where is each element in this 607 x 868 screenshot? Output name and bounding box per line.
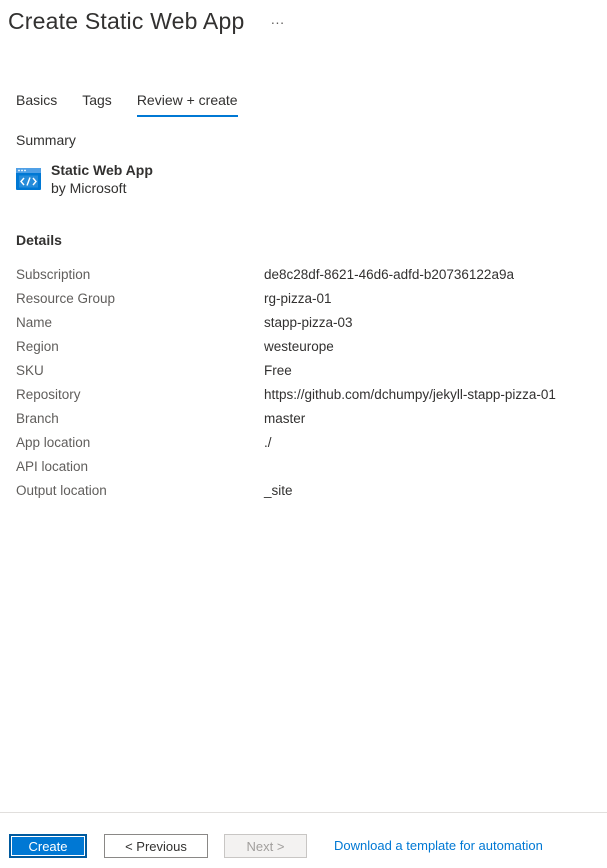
detail-row-resource-group: Resource Group rg-pizza-01: [16, 286, 596, 310]
tab-tags[interactable]: Tags: [82, 92, 112, 116]
details-table: Subscription de8c28df-8621-46d6-adfd-b20…: [16, 262, 596, 502]
next-button[interactable]: Next >: [224, 834, 307, 858]
detail-row-api-location: API location: [16, 454, 596, 478]
detail-label: Resource Group: [16, 290, 116, 306]
detail-value: ./: [264, 434, 272, 450]
product-name: Static Web App: [51, 162, 153, 178]
detail-value: Free: [264, 362, 292, 378]
detail-row-branch: Branch master: [16, 406, 596, 430]
detail-label: Repository: [16, 386, 81, 402]
detail-label: Subscription: [16, 266, 91, 282]
footer-bar: Create < Previous Next > Download a temp…: [0, 812, 607, 868]
product-summary: Static Web App by Microsoft: [16, 162, 153, 198]
detail-row-output-location: Output location _site: [16, 478, 596, 502]
detail-row-repository: Repository https://github.com/dchumpy/je…: [16, 382, 596, 406]
details-heading: Details: [16, 232, 62, 248]
product-publisher: by Microsoft: [51, 180, 127, 196]
detail-label: Output location: [16, 482, 107, 498]
detail-row-region: Region westeurope: [16, 334, 596, 358]
more-options-icon[interactable]: ···: [270, 15, 284, 29]
detail-row-sku: SKU Free: [16, 358, 596, 382]
create-button[interactable]: Create: [9, 834, 87, 858]
previous-button[interactable]: < Previous: [104, 834, 208, 858]
tab-basics[interactable]: Basics: [16, 92, 57, 116]
summary-heading: Summary: [16, 132, 76, 148]
title-bar: Create Static Web App ···: [8, 8, 284, 35]
detail-row-name: Name stapp-pizza-03: [16, 310, 596, 334]
detail-label: SKU: [16, 362, 44, 378]
detail-value: master: [264, 410, 306, 426]
detail-label: Region: [16, 338, 59, 354]
detail-value: https://github.com/dchumpy/jekyll-stapp-…: [264, 386, 556, 402]
detail-value: de8c28df-8621-46d6-adfd-b20736122a9a: [264, 266, 514, 282]
product-text: Static Web App by Microsoft: [51, 162, 153, 198]
detail-value: _site: [264, 482, 293, 498]
detail-row-subscription: Subscription de8c28df-8621-46d6-adfd-b20…: [16, 262, 596, 286]
download-template-link[interactable]: Download a template for automation: [334, 838, 543, 853]
detail-value: rg-pizza-01: [264, 290, 332, 306]
static-web-app-icon: [16, 168, 41, 190]
detail-label: API location: [16, 458, 89, 474]
tab-bar: Basics Tags Review + create: [16, 92, 263, 117]
detail-row-app-location: App location ./: [16, 430, 596, 454]
detail-label: Name: [16, 314, 53, 330]
detail-value: stapp-pizza-03: [264, 314, 353, 330]
detail-value: westeurope: [264, 338, 334, 354]
detail-label: Branch: [16, 410, 59, 426]
detail-label: App location: [16, 434, 91, 450]
tab-review-create[interactable]: Review + create: [136, 92, 238, 117]
page-title: Create Static Web App: [8, 8, 245, 34]
